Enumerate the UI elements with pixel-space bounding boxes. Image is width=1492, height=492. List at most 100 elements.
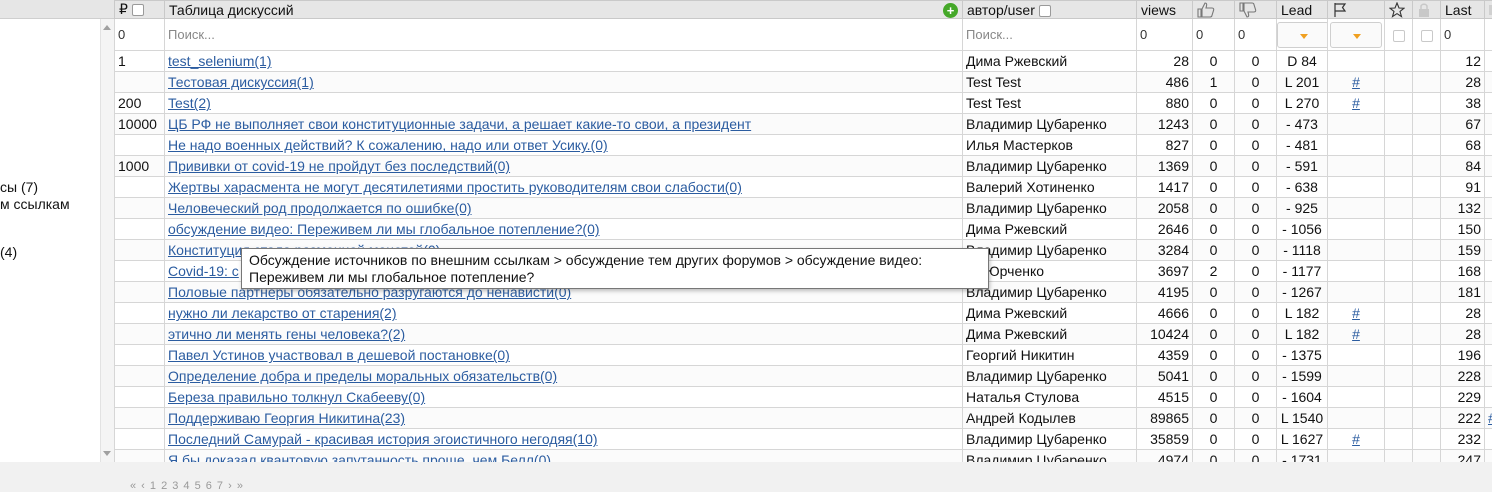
lock-icon[interactable] [1417, 2, 1431, 18]
table-row[interactable]: этично ли менять гены человека?(2) Дима Р… [114, 323, 1492, 346]
hash-link[interactable]: # [1488, 410, 1492, 426]
table-row[interactable]: Береза правильно толкнул Скабееву(0) Ната… [114, 386, 1492, 409]
table-row[interactable]: Тестовая дискуссия(1) Test Test 486 1 0 L 201… [114, 71, 1492, 94]
cell-title: Человеческий род продолжается по ошибке(… [164, 197, 963, 220]
discussion-link[interactable]: Павел Устинов участвовал в дешевой поста… [168, 347, 510, 363]
cell-dislikes: 0 [1234, 134, 1277, 157]
discussion-link[interactable]: Covid-19: с [168, 263, 239, 279]
table-row[interactable]: 1000 Прививки от covid-19 не пройдут без … [114, 155, 1492, 178]
col-author-header[interactable]: автор/user [962, 0, 1137, 20]
flag-icon[interactable] [1332, 2, 1348, 18]
discussion-link[interactable]: Поддерживаю Георгия Никитина(23) [168, 410, 405, 426]
cell-lead: L 182 [1276, 302, 1328, 325]
table-row[interactable]: Жертвы харасмента не могут десятилетиями… [114, 176, 1492, 199]
plus-circle-icon[interactable]: + [943, 2, 958, 18]
scroll-up-icon[interactable] [103, 25, 111, 30]
hash-link[interactable]: # [1352, 95, 1360, 111]
cell-rub [114, 260, 165, 283]
discussion-link[interactable]: Последний Самурай - красивая история эго… [168, 431, 598, 447]
discussion-link[interactable]: обсуждение видео: Переживем ли мы глобал… [168, 221, 600, 237]
col-title-header[interactable]: Таблица дискуссий + [164, 0, 963, 20]
cell-likes: 0 [1192, 218, 1235, 241]
table-row[interactable]: Павел Устинов участвовал в дешевой поста… [114, 344, 1492, 367]
hash-link[interactable]: # [1352, 431, 1360, 447]
discussion-link[interactable]: Test(2) [168, 95, 211, 111]
hash-link[interactable]: # [1352, 305, 1360, 321]
cell-last: 91 [1440, 176, 1485, 199]
table-row[interactable]: нужно ли лекарство от старения(2) Дима Рж… [114, 302, 1492, 325]
rub-checkbox[interactable] [131, 4, 144, 17]
table-row[interactable]: 10000 ЦБ РФ не выполняет свои конституцио… [114, 113, 1492, 136]
left-panel-line[interactable]: (4) [0, 244, 17, 260]
cell-dislikes: 0 [1234, 428, 1277, 451]
cell-last: 28 [1440, 323, 1485, 346]
left-panel-scrollbar[interactable] [100, 19, 114, 462]
col-flag-header[interactable] [1327, 0, 1385, 20]
cell-lock [1412, 260, 1441, 283]
hash-link[interactable]: # [1352, 326, 1360, 342]
cell-dislikes: 0 [1234, 197, 1277, 220]
discussion-link[interactable]: Определение добра и пределы моральных об… [168, 368, 557, 384]
cell-likes: 0 [1192, 92, 1235, 115]
col-last-header[interactable]: Last [1440, 0, 1485, 20]
lock-filter-checkbox[interactable] [1420, 29, 1433, 42]
cell-dislikes: 0 [1234, 260, 1277, 283]
hash-link[interactable]: # [1352, 74, 1360, 90]
discussion-link[interactable]: Прививки от covid-19 не пройдут без посл… [168, 158, 510, 174]
rub-filter[interactable]: 0 [114, 18, 165, 52]
likes-filter[interactable]: 0 [1192, 18, 1235, 52]
table-row[interactable]: 200 Test(2) Test Test 880 0 0 L 270 #38 [114, 92, 1492, 115]
discussion-link[interactable]: Береза правильно толкнул Скабееву(0) [168, 389, 425, 405]
thumbs-down-icon[interactable] [1239, 2, 1257, 18]
table-row[interactable]: Человеческий род продолжается по ошибке(… [114, 197, 1492, 220]
table-row[interactable]: Поддерживаю Георгия Никитина(23) Андрей К… [114, 407, 1492, 430]
discussion-link[interactable]: Жертвы харасмента не могут десятилетиями… [168, 179, 742, 195]
discussion-link[interactable]: test_selenium(1) [168, 53, 272, 69]
table-row[interactable]: Не надо военных действий? К сожалению, н… [114, 134, 1492, 157]
thumbs-up-icon[interactable] [1197, 2, 1215, 18]
discussion-link[interactable]: ЦБ РФ не выполняет свои конституционные … [168, 116, 751, 132]
cell-lock [1412, 92, 1441, 115]
scroll-down-icon[interactable] [103, 451, 111, 456]
cell-title: Береза правильно толкнул Скабееву(0) [164, 386, 963, 409]
discussion-link[interactable]: этично ли менять гены человека?(2) [168, 326, 405, 342]
discussion-link[interactable]: Не надо военных действий? К сожалению, н… [168, 137, 608, 153]
cell-flag [1327, 365, 1385, 388]
discussion-link[interactable]: Человеческий род продолжается по ошибке(… [168, 200, 472, 216]
cell-lock [1412, 71, 1441, 94]
col-likes-header[interactable] [1192, 0, 1235, 20]
discussion-link[interactable]: нужно ли лекарство от старения(2) [168, 305, 397, 321]
cell-title: нужно ли лекарство от старения(2) [164, 302, 963, 325]
star-icon[interactable] [1389, 2, 1405, 18]
lead-filter-dropdown[interactable] [1277, 21, 1327, 48]
cell-last: 229 [1440, 386, 1485, 409]
col-star-header[interactable] [1384, 0, 1413, 20]
title-search-input[interactable] [168, 27, 959, 43]
discussion-link[interactable]: Тестовая дискуссия(1) [168, 74, 314, 90]
pagination[interactable]: « ‹ 1 2 3 4 5 6 7 › » [130, 480, 244, 492]
col-views-header[interactable]: views [1136, 0, 1193, 20]
flag-filter-dropdown[interactable] [1330, 21, 1382, 48]
col-rub-header[interactable]: ₽ [114, 0, 165, 20]
table-row[interactable]: обсуждение видео: Переживем ли мы глобал… [114, 218, 1492, 241]
cell-author: Георгий Никитин [962, 344, 1137, 367]
cell-lock [1412, 113, 1441, 136]
table-row[interactable]: Последний Самурай - красивая история эго… [114, 428, 1492, 451]
last-filter[interactable]: 0 [1440, 18, 1485, 52]
cell-last: 132 [1440, 197, 1485, 220]
left-panel-line[interactable]: сы (7) [0, 179, 38, 195]
col-lock-header[interactable] [1412, 0, 1441, 20]
star-filter-checkbox[interactable] [1392, 29, 1405, 42]
cell-likes: 0 [1192, 50, 1235, 73]
left-panel-line[interactable]: м ссылкам [0, 196, 70, 212]
col-lead-header[interactable]: Lead [1276, 0, 1328, 20]
cell-likes: 0 [1192, 407, 1235, 430]
table-row[interactable]: Определение добра и пределы моральных об… [114, 365, 1492, 388]
views-filter[interactable]: 0 [1136, 18, 1193, 52]
author-checkbox[interactable] [1038, 4, 1051, 17]
col-dislikes-header[interactable] [1234, 0, 1277, 20]
author-search-input[interactable] [966, 27, 1133, 43]
dislikes-filter[interactable]: 0 [1234, 18, 1277, 52]
cell-last: 159 [1440, 239, 1485, 262]
table-row[interactable]: 1 test_selenium(1) Дима Ржевский 28 0 0 D 84 12 [114, 50, 1492, 73]
